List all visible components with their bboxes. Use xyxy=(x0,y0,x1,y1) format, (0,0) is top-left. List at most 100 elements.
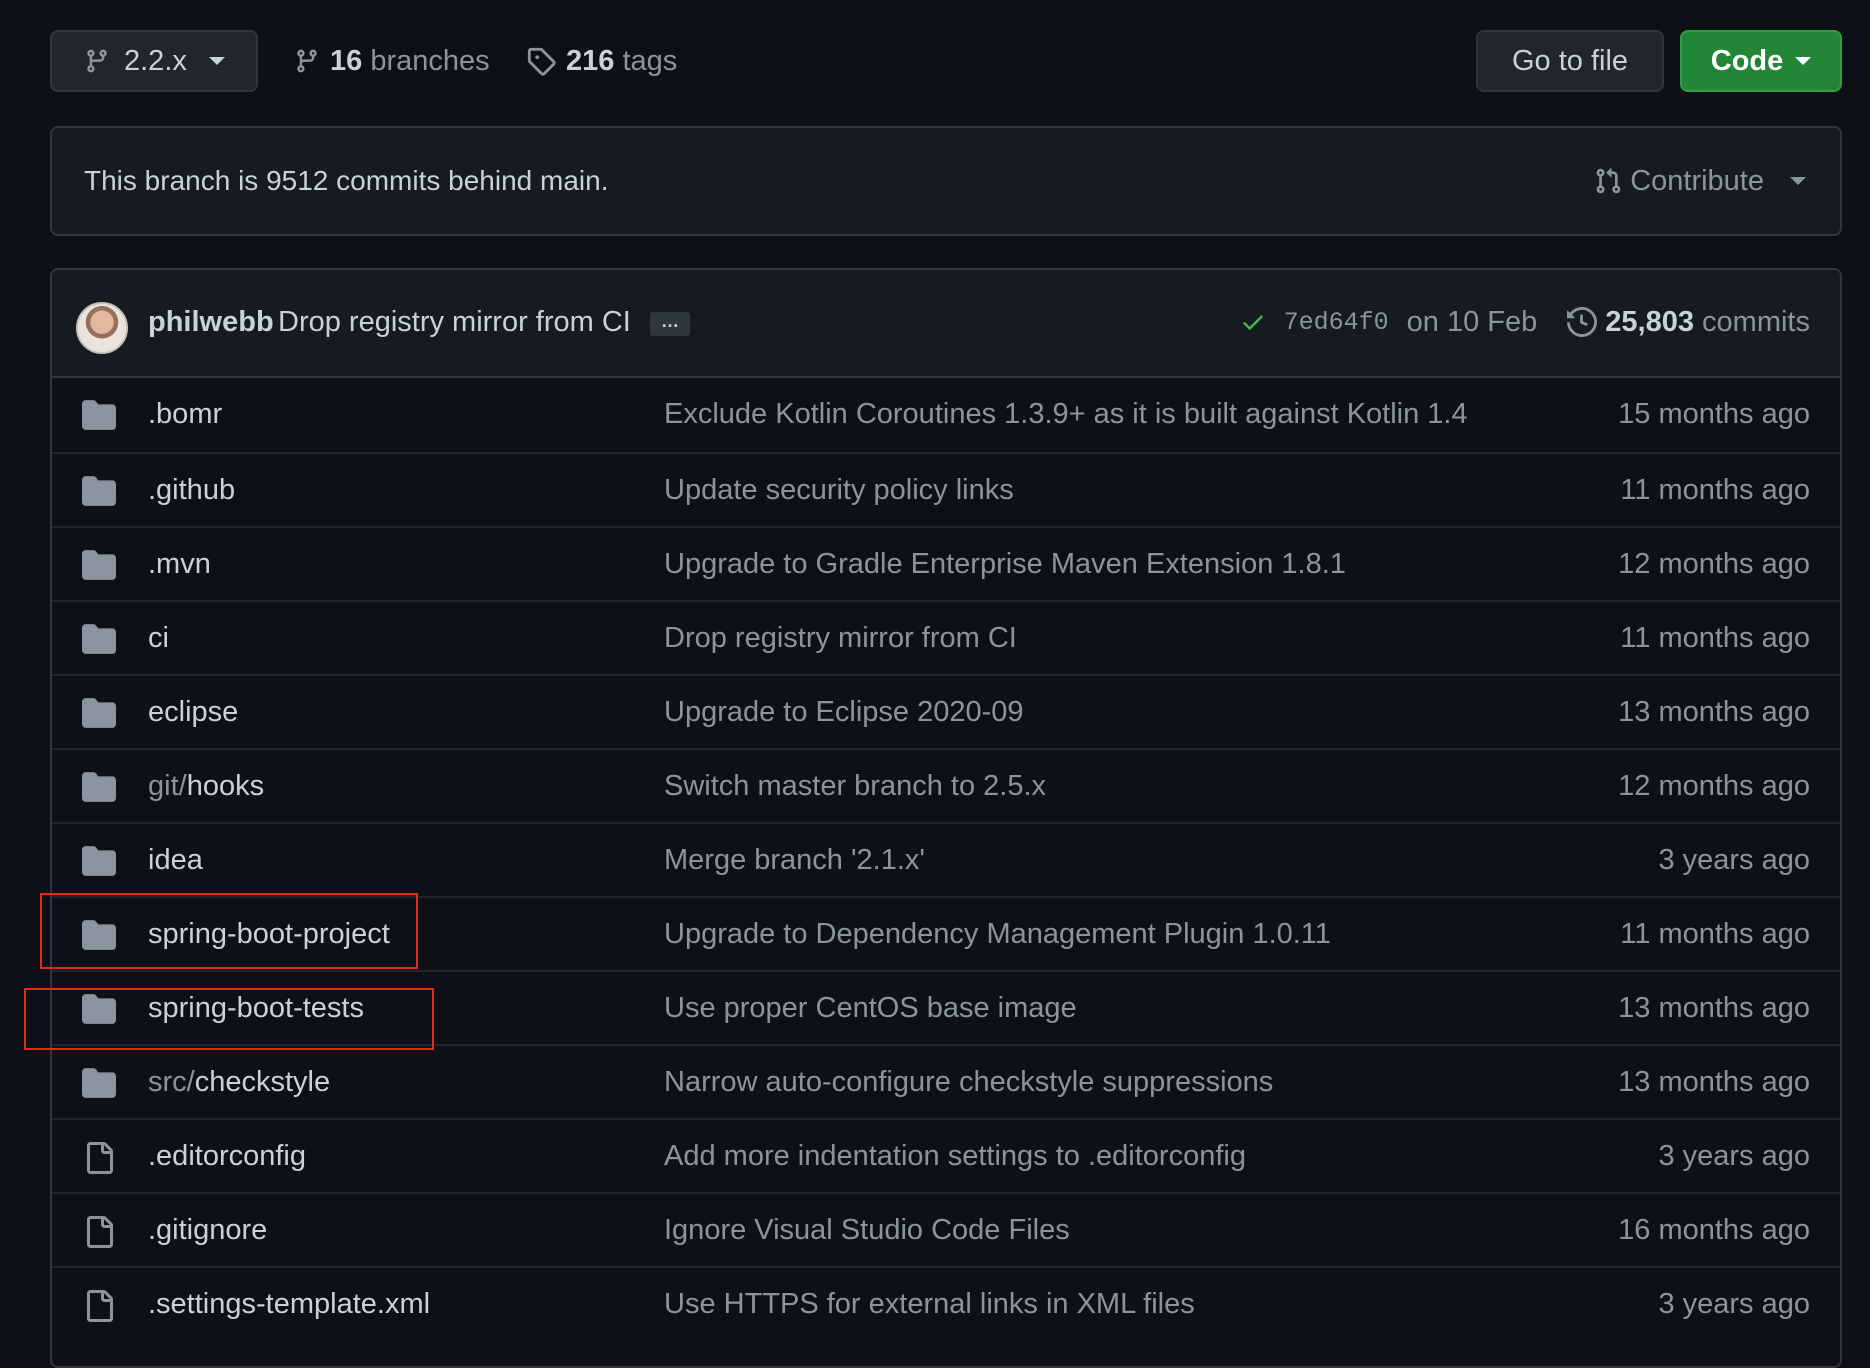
file-name: hooks xyxy=(186,770,265,802)
tags-label: tags xyxy=(622,44,678,77)
commit-date: on 10 Feb xyxy=(1406,305,1538,338)
file-row[interactable]: .bomr Exclude Kotlin Coroutines 1.3.9+ as… xyxy=(52,378,1840,452)
file-row[interactable]: spring-boot-tests Use proper CentOS base … xyxy=(52,970,1840,1044)
go-to-file-button[interactable]: Go to file xyxy=(1476,30,1664,92)
file-commit-message-link[interactable]: Update security policy links xyxy=(664,454,1014,526)
git-branch-icon xyxy=(294,46,320,76)
repo-toolbar: 2.2.x 16 branches 216 tags Go to file Co… xyxy=(50,30,1842,92)
file-commit-age: 3 years ago xyxy=(1658,844,1810,876)
folder-icon xyxy=(82,846,116,876)
file-name-link[interactable]: eclipse xyxy=(148,676,238,748)
file-row[interactable]: idea Merge branch '2.1.x' 3 years ago xyxy=(52,822,1840,896)
file-browser: philwebb Drop registry mirror from CI … … xyxy=(50,268,1842,1368)
file-commit-age: 13 months ago xyxy=(1618,696,1810,728)
file-commit-age: 11 months ago xyxy=(1620,622,1810,654)
commit-sha-link[interactable]: 7ed64f0 xyxy=(1284,308,1389,337)
check-icon[interactable] xyxy=(1240,309,1266,335)
file-name: idea xyxy=(148,844,203,876)
code-button[interactable]: Code xyxy=(1680,30,1842,92)
file-commit-age: 3 years ago xyxy=(1658,1288,1810,1320)
file-commit-message-link[interactable]: Use HTTPS for external links in XML file… xyxy=(664,1268,1195,1340)
file-commit-age: 11 months ago xyxy=(1620,918,1810,950)
file-icon xyxy=(82,1142,116,1174)
latest-commit-bar: philwebb Drop registry mirror from CI … … xyxy=(52,270,1840,378)
file-row[interactable]: git/hooks Switch master branch to 2.5.x 12… xyxy=(52,748,1840,822)
file-row[interactable]: ci Drop registry mirror from CI 11 months … xyxy=(52,600,1840,674)
file-name-link[interactable]: spring-boot-project xyxy=(148,898,390,970)
file-commit-age: 12 months ago xyxy=(1618,548,1810,580)
folder-icon xyxy=(82,476,116,506)
commits-behind-text: This branch is 9512 commits behind main. xyxy=(84,165,609,196)
file-path-prefix: git/ xyxy=(148,770,187,802)
file-name-link[interactable]: .mvn xyxy=(148,528,211,600)
contribute-dropdown[interactable]: Contribute xyxy=(1594,128,1806,234)
file-name-link[interactable]: spring-boot-tests xyxy=(148,972,364,1044)
file-path-prefix: src/ xyxy=(148,1066,195,1098)
branch-name: 2.2.x xyxy=(124,44,187,77)
file-name: .gitignore xyxy=(148,1214,268,1246)
file-name: .github xyxy=(148,474,236,506)
file-name-link[interactable]: .gitignore xyxy=(148,1194,267,1266)
history-icon xyxy=(1567,307,1598,337)
file-name-link[interactable]: .settings-template.xml xyxy=(148,1268,430,1340)
file-name-link[interactable]: .bomr xyxy=(148,378,222,450)
file-row[interactable]: .mvn Upgrade to Gradle Enterprise Maven E… xyxy=(52,526,1840,600)
commit-author-link[interactable]: philwebb xyxy=(148,270,274,374)
file-commit-message-link[interactable]: Narrow auto-configure checkstyle suppres… xyxy=(664,1046,1273,1118)
file-row[interactable]: .gitignore Ignore Visual Studio Code File… xyxy=(52,1192,1840,1266)
file-commit-message-link[interactable]: Exclude Kotlin Coroutines 1.3.9+ as it i… xyxy=(664,378,1468,450)
avatar[interactable] xyxy=(76,302,128,354)
folder-icon xyxy=(82,1068,116,1098)
file-commit-message-link[interactable]: Upgrade to Gradle Enterprise Maven Exten… xyxy=(664,528,1346,600)
file-commit-message-link[interactable]: Ignore Visual Studio Code Files xyxy=(664,1194,1070,1266)
file-name-link[interactable]: src/checkstyle xyxy=(148,1046,330,1118)
file-commit-message-link[interactable]: Use proper CentOS base image xyxy=(664,972,1077,1044)
file-icon xyxy=(82,1216,116,1248)
file-list: .bomr Exclude Kotlin Coroutines 1.3.9+ as… xyxy=(52,378,1840,1340)
file-row[interactable]: .github Update security policy links 11 mo… xyxy=(52,452,1840,526)
file-row[interactable]: .settings-template.xml Use HTTPS for exte… xyxy=(52,1266,1840,1340)
file-commit-age: 13 months ago xyxy=(1618,992,1810,1024)
file-commit-message-link[interactable]: Upgrade to Eclipse 2020-09 xyxy=(664,676,1024,748)
tags-link[interactable]: 216 tags xyxy=(526,30,677,92)
file-commit-age: 12 months ago xyxy=(1618,770,1810,802)
pull-request-icon xyxy=(1594,166,1622,196)
expand-commit-message-button[interactable]: … xyxy=(650,312,690,336)
file-name: ci xyxy=(148,622,169,654)
file-name-link[interactable]: idea xyxy=(148,824,203,896)
commit-message-link[interactable]: Drop registry mirror from CI xyxy=(278,270,631,374)
commits-count: 25,803 xyxy=(1605,305,1694,338)
branches-label: branches xyxy=(370,44,490,77)
file-commit-age: 15 months ago xyxy=(1618,398,1810,430)
file-commit-age: 16 months ago xyxy=(1618,1214,1810,1246)
file-name: checkstyle xyxy=(194,1066,331,1098)
file-commit-message-link[interactable]: Switch master branch to 2.5.x xyxy=(664,750,1046,822)
folder-icon xyxy=(82,698,116,728)
file-commit-age: 11 months ago xyxy=(1620,474,1810,506)
file-row[interactable]: src/checkstyle Narrow auto-configure chec… xyxy=(52,1044,1840,1118)
file-name: eclipse xyxy=(148,696,239,728)
file-row[interactable]: .editorconfig Add more indentation settin… xyxy=(52,1118,1840,1192)
commits-history-link[interactable]: 25,803 commits xyxy=(1567,306,1810,339)
chevron-down-icon xyxy=(208,57,225,65)
branches-count: 16 xyxy=(330,44,363,77)
folder-icon xyxy=(82,624,116,654)
file-name-link[interactable]: .editorconfig xyxy=(148,1120,306,1192)
file-name-link[interactable]: .github xyxy=(148,454,235,526)
git-branch-icon xyxy=(84,46,110,76)
file-name-link[interactable]: ci xyxy=(148,602,169,674)
file-commit-message-link[interactable]: Upgrade to Dependency Management Plugin … xyxy=(664,898,1331,970)
tag-icon xyxy=(526,46,556,76)
file-row[interactable]: spring-boot-project Upgrade to Dependency… xyxy=(52,896,1840,970)
file-commit-message-link[interactable]: Merge branch '2.1.x' xyxy=(664,824,925,896)
file-name: .mvn xyxy=(148,548,211,580)
branch-selector-button[interactable]: 2.2.x xyxy=(50,30,258,92)
file-name: .editorconfig xyxy=(148,1140,306,1172)
file-row[interactable]: eclipse Upgrade to Eclipse 2020-09 13 mont… xyxy=(52,674,1840,748)
file-commit-message-link[interactable]: Add more indentation settings to .editor… xyxy=(664,1120,1246,1192)
branch-status-notice: This branch is 9512 commits behind main.… xyxy=(50,126,1842,236)
folder-icon xyxy=(82,772,116,802)
file-name-link[interactable]: git/hooks xyxy=(148,750,264,822)
branches-link[interactable]: 16 branches xyxy=(294,30,490,92)
file-commit-message-link[interactable]: Drop registry mirror from CI xyxy=(664,602,1017,674)
